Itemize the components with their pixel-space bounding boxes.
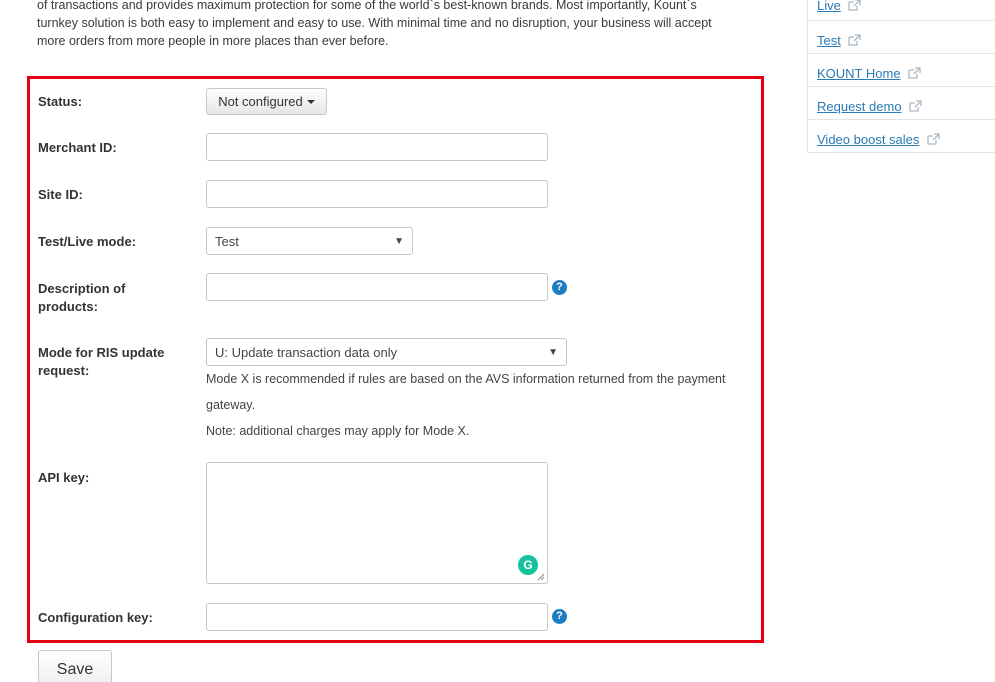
intro-line: turnkey solution is both easy to impleme… xyxy=(37,16,712,30)
description-label-line: Description of xyxy=(38,281,126,296)
sidebar-item-test: Test xyxy=(808,21,995,54)
test-live-mode-select[interactable]: Test ▼ xyxy=(206,227,413,255)
sidebar-item-live: Live xyxy=(808,0,995,21)
merchant-id-label: Merchant ID: xyxy=(38,140,117,155)
dropdown-arrow-icon: ▼ xyxy=(548,346,558,358)
intro-line: more orders from more people in more pla… xyxy=(37,34,389,48)
configuration-key-label: Configuration key: xyxy=(38,610,153,625)
ris-mode-value: U: Update transaction data only xyxy=(215,344,398,360)
sidebar-item-video-boost-sales: Video boost sales xyxy=(808,120,995,153)
live-link[interactable]: Live xyxy=(817,0,841,13)
caret-down-icon xyxy=(306,99,315,104)
ris-mode-label-line: Mode for RIS update xyxy=(38,345,165,360)
question-circle-icon[interactable]: ? xyxy=(552,280,567,295)
request-demo-link[interactable]: Request demo xyxy=(817,99,902,114)
status-value: Not configured xyxy=(218,94,303,109)
status-dropdown-button[interactable]: Not configured xyxy=(206,88,327,115)
grammarly-icon[interactable]: G xyxy=(518,555,538,575)
description-label: Description of products: xyxy=(38,280,125,316)
test-live-mode-label: Test/Live mode: xyxy=(38,234,137,249)
resize-handle-icon[interactable] xyxy=(537,573,545,581)
ris-mode-help-text: Mode X is recommended if rules are based… xyxy=(206,366,766,444)
test-link[interactable]: Test xyxy=(817,33,841,48)
ris-mode-label-line: request: xyxy=(38,363,90,378)
intro-text: of transactions and provides maximum pro… xyxy=(37,0,757,50)
merchant-id-input[interactable] xyxy=(206,133,548,161)
external-link-icon xyxy=(848,0,862,11)
save-button[interactable]: Save xyxy=(38,650,112,682)
site-id-label: Site ID: xyxy=(38,187,83,202)
ris-mode-note-line: Mode X is recommended if rules are based… xyxy=(206,372,726,386)
settings-form-panel: Status: Not configured Merchant ID: Site… xyxy=(27,76,764,643)
site-id-input[interactable] xyxy=(206,180,548,208)
description-label-line: products: xyxy=(38,299,98,314)
ris-mode-label: Mode for RIS update request: xyxy=(38,344,164,380)
external-link-icon xyxy=(909,100,922,112)
external-link-icon xyxy=(908,67,921,79)
sidebar-links: Live Test KOUNT Home Request demo Video … xyxy=(807,0,995,153)
video-boost-sales-link[interactable]: Video boost sales xyxy=(817,132,919,147)
api-key-label: API key: xyxy=(38,470,90,485)
ris-mode-note-line: Note: additional charges may apply for M… xyxy=(206,424,470,438)
status-label: Status: xyxy=(38,94,83,109)
description-input[interactable] xyxy=(206,273,548,301)
configuration-key-input[interactable] xyxy=(206,603,548,631)
sidebar-item-kount-home: KOUNT Home xyxy=(808,54,995,87)
external-link-icon xyxy=(848,34,862,46)
external-link-icon xyxy=(927,133,940,145)
test-live-mode-value: Test xyxy=(215,233,239,249)
sidebar-item-request-demo: Request demo xyxy=(808,87,995,120)
intro-line: of transactions and provides maximum pro… xyxy=(37,0,697,12)
ris-mode-select[interactable]: U: Update transaction data only ▼ xyxy=(206,338,567,366)
question-circle-icon[interactable]: ? xyxy=(552,609,567,624)
ris-mode-note-line: gateway. xyxy=(206,398,256,412)
api-key-textarea[interactable]: G xyxy=(206,462,548,584)
dropdown-arrow-icon: ▼ xyxy=(394,235,404,247)
kount-home-link[interactable]: KOUNT Home xyxy=(817,66,901,81)
